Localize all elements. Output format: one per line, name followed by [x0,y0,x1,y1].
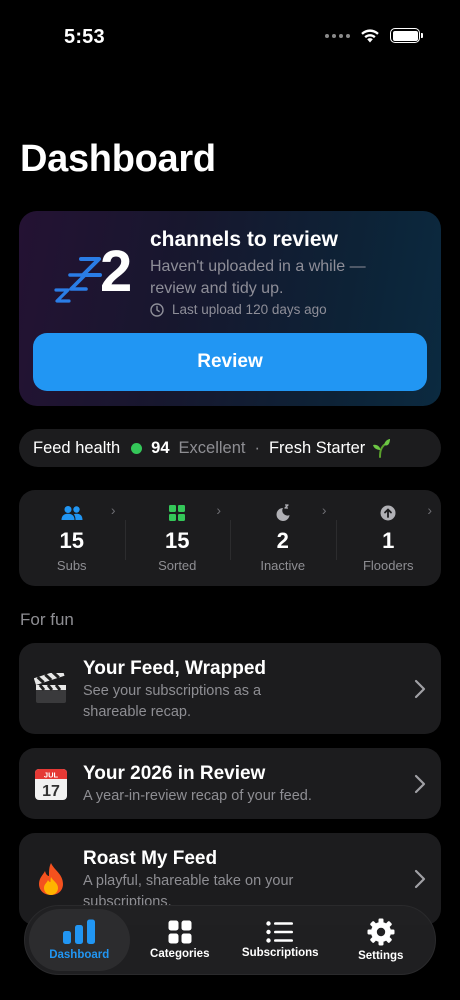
status-bar: 5:53 [0,0,460,70]
fun-card-year-in-review[interactable]: JUL 17 Your 2026 in Review A year-in-rev… [19,748,441,819]
tab-bar: Dashboard Categories Subscriptions Setti… [24,905,436,975]
feed-health-bar[interactable]: Feed health 94 Excellent · Fresh Starter [19,429,441,467]
chevron-right-icon: › [110,502,116,518]
cellular-signal-icon [325,33,350,38]
tab-label: Categories [150,948,210,960]
last-upload-text: Last upload 120 days ago [172,302,327,317]
stat-flooders[interactable]: › 1 Flooders [335,490,442,586]
stat-value: 2 [276,528,289,553]
grid-icon [169,504,186,522]
section-label-for-fun: For fun [20,610,74,629]
health-status-dot [131,442,143,454]
stat-value: 1 [382,528,395,553]
calendar-icon: JUL 17 [33,766,69,802]
tab-label: Settings [358,950,404,962]
tab-settings[interactable]: Settings [331,909,432,971]
stat-value: 15 [165,528,190,553]
status-icons [325,28,423,43]
calendar-day: 17 [42,783,60,800]
sprout-icon [371,438,391,458]
feed-health-rating: Excellent [178,438,246,457]
fun-title: Roast My Feed [83,848,218,869]
review-subtitle: Haven't uploaded in a while — review and… [150,258,366,297]
tab-subscriptions[interactable]: Subscriptions [230,909,331,971]
tab-categories[interactable]: Categories [130,909,231,971]
gear-icon [367,918,395,946]
calendar-month: JUL [44,771,59,780]
list-icon [266,921,294,943]
status-time: 5:53 [64,26,105,48]
stat-label: Sorted [158,558,197,573]
chevron-right-icon [414,774,426,794]
stats-card: › 15 Subs › 15 Sorted › 2 Inactive › 1 F… [19,490,441,586]
chevron-right-icon: › [216,502,221,518]
clapperboard-icon [33,671,69,707]
chevron-right-icon [414,679,426,699]
fun-title: Your 2026 in Review [83,763,266,784]
chevron-right-icon [414,869,426,889]
tab-dashboard[interactable]: Dashboard [29,909,130,971]
chevron-right-icon: › [427,502,432,518]
chevron-right-icon: › [321,502,327,518]
stat-sorted[interactable]: › 15 Sorted [124,490,231,586]
stat-subs[interactable]: › 15 Subs [19,490,125,586]
feed-health-label: Feed health [33,438,121,457]
fun-description: A year-in-review recap of your feed. [83,788,312,804]
fun-description: See your subscriptions as a shareable re… [83,683,262,720]
stat-value: 15 [59,528,84,553]
review-button[interactable]: Review [33,333,427,391]
arrow-up-circle-icon [380,504,396,522]
stat-inactive[interactable]: › 2 Inactive [230,490,336,586]
clock-icon [150,302,164,317]
fire-icon [33,861,69,897]
chart-bars-icon [63,919,96,944]
tab-label: Subscriptions [241,947,319,959]
stat-label: Inactive [260,558,306,573]
page-title: Dashboard [20,138,216,180]
fun-title: Your Feed, Wrapped [83,658,266,679]
wifi-icon [361,29,379,43]
feed-health-badge: Fresh Starter [268,438,366,457]
moon-zzz-icon [274,504,292,522]
fun-card-wrapped[interactable]: Your Feed, Wrapped See your subscription… [19,643,441,734]
feed-health-score: 94 [151,438,170,457]
separator: · [254,438,260,457]
battery-icon [390,28,423,43]
stat-label: Flooders [362,558,414,573]
people-icon [61,504,83,522]
review-count: 2 [100,239,133,304]
tab-label: Dashboard [49,949,110,961]
stat-label: Subs [56,558,87,573]
grid-icon [168,920,192,944]
last-upload: Last upload 120 days ago [150,302,327,317]
review-title: channels to review [150,228,338,251]
zzz-sleep-icon [54,257,102,303]
